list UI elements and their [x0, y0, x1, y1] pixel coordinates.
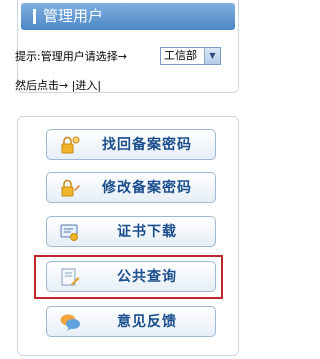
certificate-download-label: 证书下载: [117, 224, 177, 240]
feedback-label: 意见反馈: [117, 314, 177, 330]
department-select[interactable]: 工信部 ▼: [160, 47, 221, 65]
chevron-down-icon[interactable]: ▼: [204, 48, 220, 64]
panel-title: 管理用户: [43, 7, 104, 25]
recover-password-button[interactable]: 找回备案密码: [46, 129, 216, 160]
department-select-value: 工信部: [164, 49, 197, 62]
hint-text: 提示:管理用户请选择→: [15, 50, 127, 63]
recover-password-label: 找回备案密码: [102, 137, 192, 153]
enter-link[interactable]: |进入|: [72, 79, 101, 92]
header-accent-bar: [33, 9, 36, 24]
certificate-download-button[interactable]: 证书下载: [46, 216, 216, 247]
highlight-box: [34, 255, 223, 299]
panel-header: 管理用户: [21, 3, 235, 30]
feedback-button[interactable]: 意见反馈: [46, 306, 216, 337]
then-click-text: 然后点击→ |进入|: [15, 78, 101, 94]
modify-password-button[interactable]: 修改备案密码: [46, 172, 216, 203]
modify-password-label: 修改备案密码: [102, 180, 192, 196]
then-label: 然后点击→: [15, 79, 69, 92]
